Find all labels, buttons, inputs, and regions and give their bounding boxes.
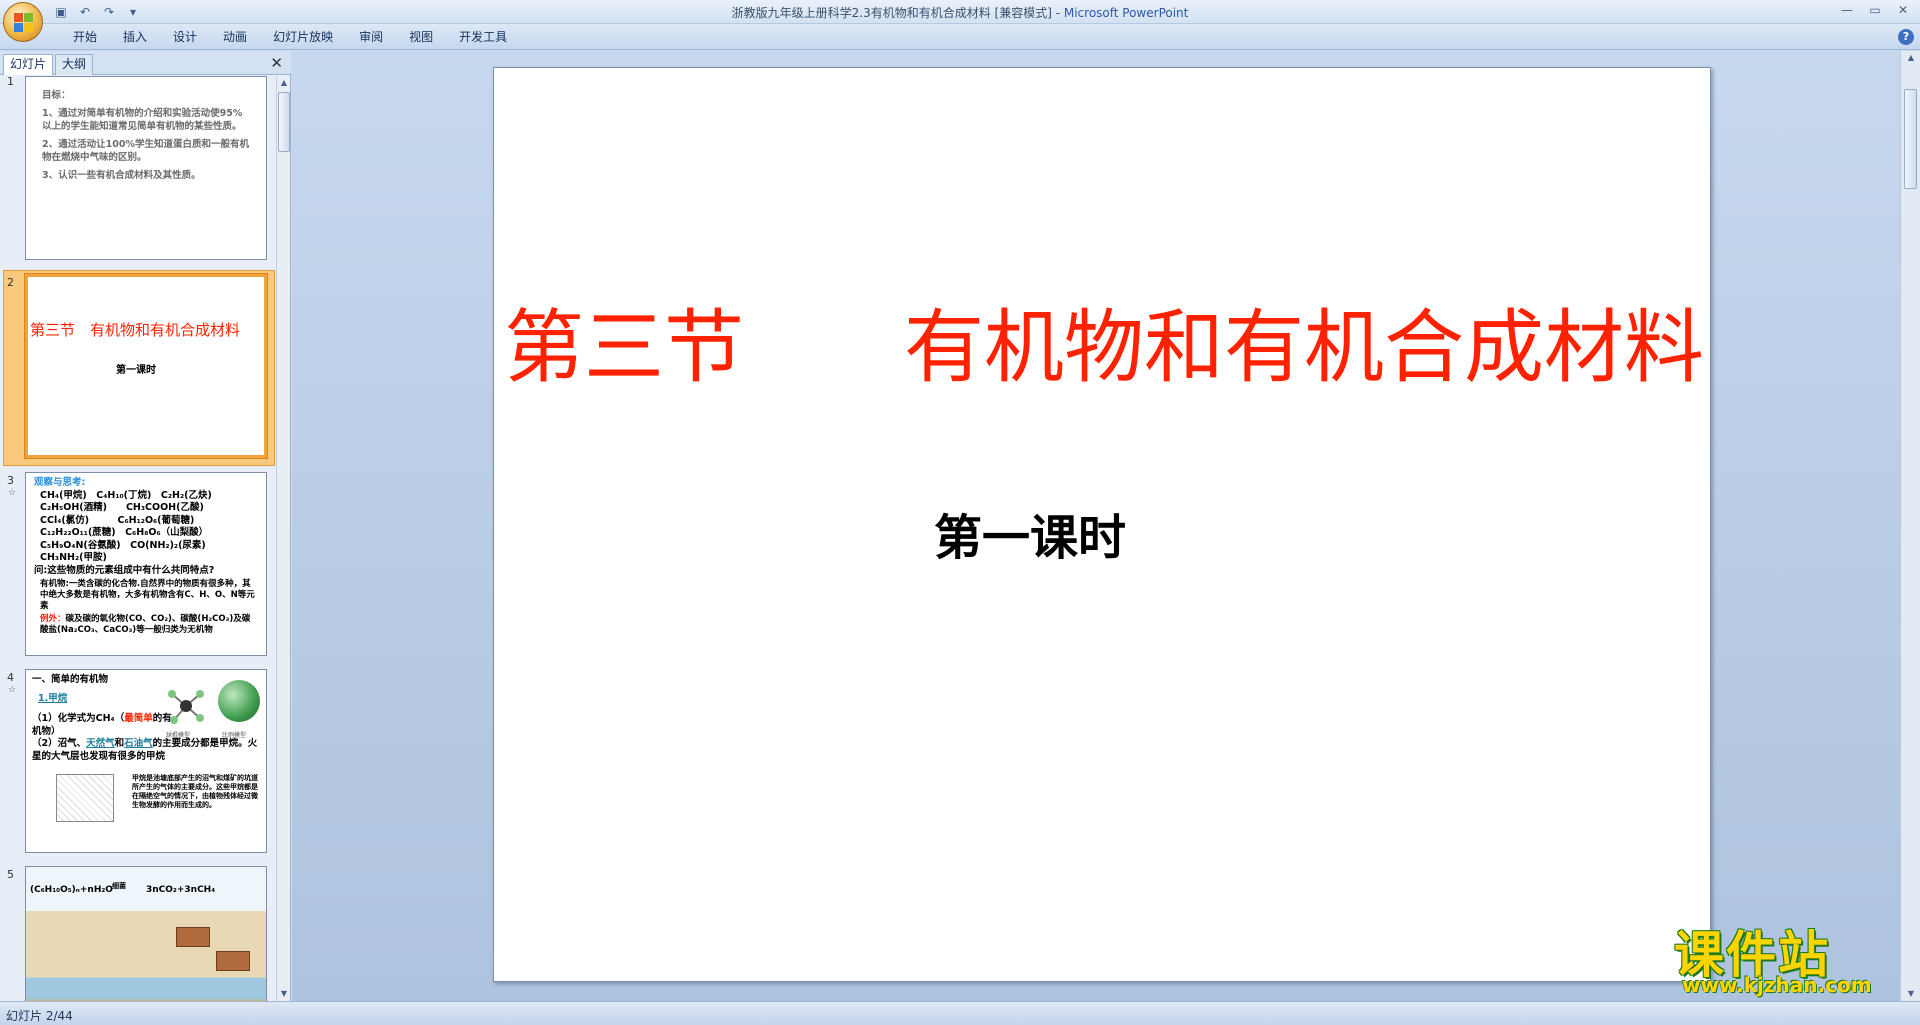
- thumb-text: 和: [114, 738, 125, 749]
- space-filling-model-icon: [218, 680, 260, 722]
- thumbnail-list: 1 目标： 1、通过对简单有机物的介绍和实验活动使95%以上的学生能知道常见简单…: [0, 76, 275, 1001]
- office-button[interactable]: [3, 2, 43, 42]
- slide-number: 3: [7, 474, 14, 487]
- thumb-text: (C₆H₁₀O₅)ₙ+nH₂O: [30, 885, 113, 895]
- tab-animations[interactable]: 动画: [210, 29, 260, 45]
- scroll-thumb[interactable]: [1904, 89, 1917, 189]
- thumb-text: 碳及碳的氧化物(CO、CO₂)、碳酸(H₂CO₃)及碳酸盐(Na₂CO₃、CaC…: [40, 614, 251, 635]
- thumb-text: 有机物:一类含碳的化合物.自然界中的物质有很多种，其中绝大多数是有机物，大多有机…: [40, 579, 255, 611]
- thumb-text: 天然气: [86, 738, 115, 749]
- slide-title[interactable]: 第三节 有机物和有机合成材料: [504, 283, 1704, 399]
- thumb-text: C₁₂H₂₂O₁₁(蔗糖) C₆H₈O₆（山梨酸）: [40, 527, 209, 538]
- thumbnail-frame[interactable]: 目标： 1、通过对简单有机物的介绍和实验活动使95%以上的学生能知道常见简单有机…: [25, 76, 267, 260]
- thumb-title: 第三节 有机物和有机合成材料: [30, 321, 241, 339]
- slides-panel: 幻灯片 大纲 ✕ 1 目标： 1、通过对简单有机物的介绍和实验活动使95%以上的…: [0, 51, 291, 1001]
- slide-number: 4: [7, 671, 14, 684]
- thumb-text: 2、通过活动让100%学生知道蛋白质和一般有机物在燃烧中气味的区别。: [42, 139, 249, 163]
- thumb-heading: 观察与思考:: [34, 477, 86, 488]
- house-shape: [176, 927, 210, 947]
- thumb-text: CH₄(甲烷) C₄H₁₀(丁烷) C₂H₂(乙炔): [40, 489, 212, 501]
- status-bar: 幻灯片 2/44: [0, 1001, 1920, 1025]
- slide-counter: 幻灯片 2/44: [6, 1009, 73, 1023]
- thumbnail-frame[interactable]: 观察与思考: CH₄(甲烷) C₄H₁₀(丁烷) C₂H₂(乙炔) C₂H₅OH…: [25, 472, 267, 656]
- tab-slideshow[interactable]: 幻灯片放映: [260, 29, 346, 45]
- thumb-text: 石油气: [124, 738, 153, 749]
- tab-home[interactable]: 开始: [60, 29, 110, 45]
- tab-review[interactable]: 审阅: [346, 29, 396, 45]
- slide-subtitle[interactable]: 第一课时: [934, 498, 1126, 568]
- tab-design[interactable]: 设计: [160, 29, 210, 45]
- ball-stick-model-icon: [168, 690, 204, 724]
- watermark-url: www.kjzhan.com: [1682, 973, 1872, 997]
- help-icon[interactable]: ?: [1898, 29, 1914, 45]
- thumb-text: （1）化学式为CH₄（: [32, 713, 125, 724]
- animation-star-icon: ☆: [8, 685, 17, 695]
- close-button[interactable]: ✕: [1890, 2, 1916, 20]
- thumb-text: 问:这些物质的元素组成中有什么共同特点?: [34, 564, 215, 576]
- tab-outline[interactable]: 大纲: [55, 54, 94, 75]
- thumb-text: 细菌: [112, 882, 126, 890]
- tab-insert[interactable]: 插入: [110, 29, 160, 45]
- document-title: 浙教版九年级上册科学2.3有机物和有机合成材料 [兼容模式] -: [731, 6, 1064, 20]
- model-caption: 球棍模型: [166, 732, 191, 739]
- thumbnail-frame[interactable]: (C₆H₁₀O₅)ₙ+nH₂O 细菌 3nCO₂+3nCH₄: [25, 866, 267, 1001]
- scroll-up-icon[interactable]: ▲: [277, 76, 291, 90]
- app-name: Microsoft PowerPoint: [1063, 6, 1189, 20]
- mine-diagram-image: [56, 774, 114, 822]
- scroll-up-icon[interactable]: ▲: [1904, 51, 1918, 65]
- thumb-text: 目标：: [42, 90, 71, 101]
- thumb-text: 3nCO₂+3nCH₄: [146, 885, 216, 895]
- slide-number: 2: [7, 276, 14, 289]
- slide-number: 5: [7, 868, 14, 881]
- animation-star-icon: ☆: [8, 488, 17, 498]
- slide-editor: 第三节 有机物和有机合成材料 第一课时: [292, 51, 1900, 1001]
- panel-tabs: 幻灯片 大纲 ✕: [0, 51, 291, 75]
- title-bar: ▣ ↶ ↷ ▾ 浙教版九年级上册科学2.3有机物和有机合成材料 [兼容模式] -…: [0, 0, 1920, 42]
- tab-view[interactable]: 视图: [396, 29, 446, 45]
- model-caption: 比例模型: [222, 732, 247, 739]
- slide-number: 1: [7, 76, 14, 88]
- house-shape: [216, 951, 250, 971]
- thumb-text: 例外：: [40, 614, 66, 624]
- thumb-text: 3、认识一些有机合成材料及其性质。: [42, 170, 201, 181]
- thumbnail-frame[interactable]: 第三节 有机物和有机合成材料 第一课时: [25, 274, 267, 458]
- thumb-subtitle: 第一课时: [116, 365, 156, 376]
- thumb-text: （2）沼气、: [32, 738, 87, 749]
- tab-slides[interactable]: 幻灯片: [3, 54, 54, 75]
- close-panel-icon[interactable]: ✕: [270, 54, 283, 72]
- scroll-thumb[interactable]: [278, 92, 290, 152]
- current-slide[interactable]: 第三节 有机物和有机合成材料 第一课时: [493, 67, 1711, 982]
- window-title: 浙教版九年级上册科学2.3有机物和有机合成材料 [兼容模式] - Microso…: [0, 4, 1920, 21]
- thumb-text: C₅H₉O₄N(谷氨酸) CO(NH₂)₂(尿素): [40, 539, 206, 551]
- thumbnail-frame[interactable]: 一、简单的有机物 1.甲烷 （1）化学式为CH₄（最简单的有机物） （2）沼气、…: [25, 669, 267, 853]
- thumb-text: 最简单: [124, 713, 153, 724]
- thumb-text: CH₃NH₂(甲胺): [40, 552, 107, 563]
- thumb-text: CCl₄(氯仿) C₆H₁₂O₆(葡萄糖): [40, 514, 195, 526]
- thumb-text: 1、通过对简单有机物的介绍和实验活动使95%以上的学生能知道常见简单有机物的某些…: [42, 108, 243, 132]
- thumb-text: 甲烷是池塘底部产生的沼气和煤矿的坑道所产生的气体的主要成分。这些甲烷都是在隔绝空…: [132, 774, 258, 809]
- scroll-down-icon[interactable]: ▼: [277, 987, 291, 1001]
- maximize-button[interactable]: ▭: [1862, 2, 1888, 20]
- minimize-button[interactable]: —: [1834, 2, 1860, 20]
- tab-developer[interactable]: 开发工具: [446, 29, 520, 45]
- watermark-logo: 课件站 www.kjzhan.com: [1668, 915, 1908, 1005]
- editor-scrollbar[interactable]: ▲ ▼: [1900, 51, 1920, 1001]
- ribbon: 开始 插入 设计 动画 幻灯片放映 审阅 视图 开发工具 ?: [0, 24, 1920, 50]
- ribbon-tabs: 开始 插入 设计 动画 幻灯片放映 审阅 视图 开发工具: [60, 29, 520, 45]
- office-logo-icon: [14, 13, 34, 33]
- window-controls: — ▭ ✕: [1834, 2, 1916, 20]
- thumb-text: C₂H₅OH(酒精) CH₃COOH(乙酸): [40, 502, 204, 513]
- panel-scrollbar[interactable]: ▲ ▼: [276, 76, 290, 1001]
